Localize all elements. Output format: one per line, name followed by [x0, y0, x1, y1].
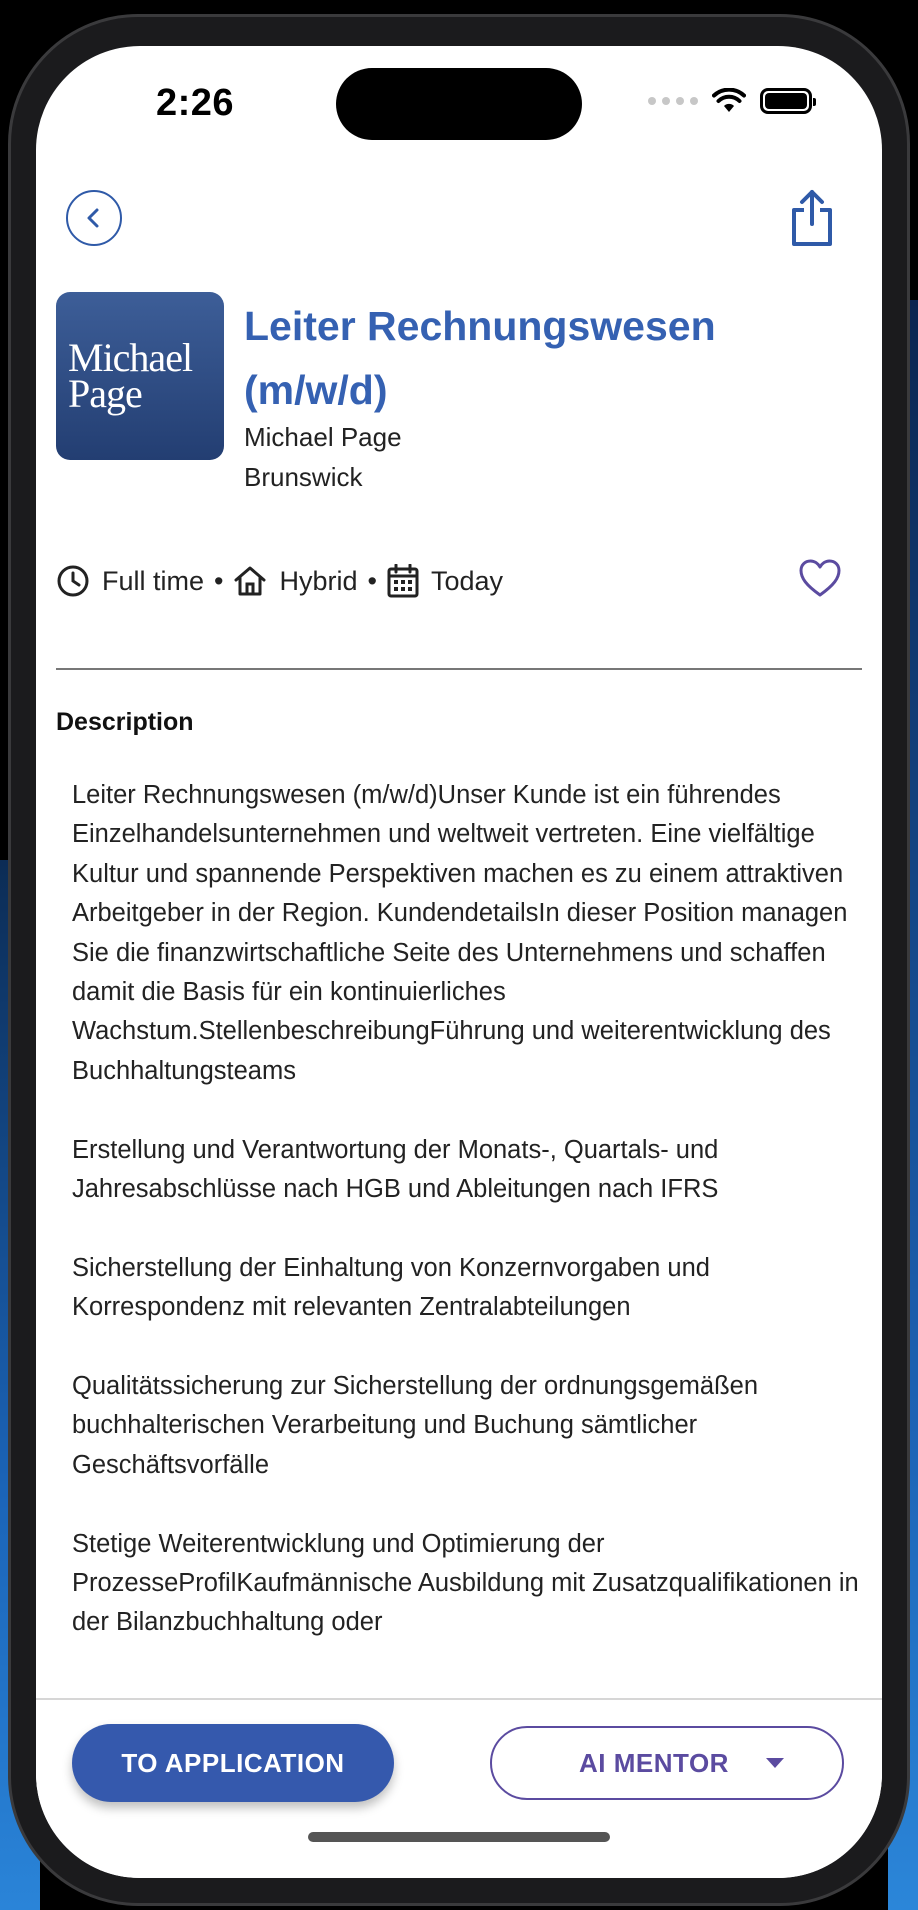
share-button[interactable] [788, 188, 836, 248]
home-icon [234, 566, 266, 596]
calendar-icon [387, 564, 419, 598]
phone-screen: 2:26 Michael Page Leiter Rechnungswesen … [36, 46, 882, 1878]
ai-mentor-label: AI MENTOR [579, 1747, 729, 1778]
employment-type: Full time [56, 564, 204, 598]
job-title: Leiter Rechnungswesen (m/w/d) [244, 303, 716, 413]
caret-down-icon [765, 1758, 784, 1768]
bottom-action-bar: TO APPLICATION AI MENTOR [36, 1698, 882, 1878]
description-paragraph: Qualitätssicherung zur Sicherstellung de… [72, 1372, 759, 1479]
status-icons [648, 88, 816, 114]
section-divider [56, 668, 862, 670]
dynamic-island [336, 68, 582, 140]
meta-separator: • [214, 565, 224, 596]
description-heading: Description [56, 708, 194, 736]
description-paragraph: Sicherstellung der Einhaltung von Konzer… [72, 1253, 710, 1322]
chevron-left-icon [87, 208, 99, 228]
favorite-heart-icon[interactable] [798, 558, 842, 598]
share-icon [792, 190, 832, 246]
posted-date-label: Today [430, 565, 504, 596]
posted-date: Today [387, 564, 503, 598]
description-paragraph: Erstellung und Verantwortung der Monats-… [72, 1135, 719, 1204]
company-name: Michael Page [244, 422, 402, 452]
clock-icon [57, 565, 89, 597]
description-body[interactable]: Leiter Rechnungswesen (m/w/d)Unser Kunde… [72, 776, 862, 1706]
logo-text-line2: Page [68, 371, 143, 416]
home-indicator [308, 1832, 610, 1842]
job-location: Brunswick [244, 462, 363, 492]
cellular-signal-icon [648, 97, 698, 105]
job-meta-row: Full time • Hybrid • Today [56, 564, 503, 598]
to-application-button[interactable]: TO APPLICATION [72, 1724, 394, 1802]
wifi-icon [712, 88, 746, 112]
battery-icon [760, 88, 816, 114]
description-paragraph: Leiter Rechnungswesen (m/w/d)Unser Kunde… [72, 781, 848, 1085]
meta-separator: • [367, 565, 377, 596]
work-mode-label: Hybrid [279, 565, 358, 596]
employment-type-label: Full time [102, 565, 205, 596]
company-logo: Michael Page [56, 292, 224, 460]
back-button[interactable] [66, 190, 122, 246]
work-mode: Hybrid [233, 565, 358, 597]
status-time: 2:26 [156, 82, 235, 124]
description-paragraph: Stetige Weiterentwicklung und Optimierun… [72, 1529, 859, 1637]
ai-mentor-button[interactable]: AI MENTOR [490, 1726, 844, 1800]
